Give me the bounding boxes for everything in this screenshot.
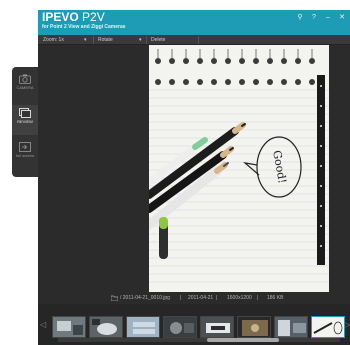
help-button[interactable]: ? <box>310 14 318 22</box>
chevron-down-icon[interactable]: ▾ <box>139 36 142 44</box>
dock-item-label: CAMERA <box>16 85 34 90</box>
review-icon <box>19 108 31 118</box>
toolbar-divider <box>198 36 199 44</box>
fullscreen-icon <box>19 142 31 152</box>
thumbnail-selected[interactable] <box>311 316 345 338</box>
info-divider: | <box>216 295 218 301</box>
dock-item-label: full screen <box>15 153 35 158</box>
dock-item-camera[interactable]: CAMERA <box>12 71 38 101</box>
delete-button[interactable]: Delete <box>151 36 165 44</box>
image-viewer[interactable]: Good! <box>149 45 329 292</box>
app-title: IPEVO P2V <box>42 11 105 24</box>
filmstrip-right-arrow-icon[interactable]: ▷ <box>344 320 350 329</box>
date-label: 2011-04-21 <box>188 295 214 301</box>
filesize-label: 186 KB <box>267 295 284 301</box>
minimize-button[interactable]: – <box>324 14 332 22</box>
chevron-down-icon[interactable]: ▾ <box>84 36 87 44</box>
dock-item-fullscreen[interactable]: full screen <box>12 139 38 169</box>
thumbnail[interactable] <box>237 316 271 338</box>
brand-product: P2V <box>82 10 105 24</box>
dock-item-label: REVIEW <box>17 119 33 124</box>
rotate-dropdown-label[interactable]: Rotate <box>98 36 113 44</box>
thumbnail[interactable] <box>274 316 308 338</box>
thumbnail[interactable] <box>52 316 86 338</box>
zoom-dropdown-label[interactable]: Zoom: 1x <box>43 36 64 44</box>
thumbnail[interactable] <box>163 316 197 338</box>
settings-icon[interactable]: ⚲ <box>296 14 304 22</box>
close-button[interactable]: ✕ <box>338 14 346 22</box>
brand-bold: IPEVO <box>42 10 79 24</box>
image-info-bar: / 2011-04-21_0010.jpg | 2011-04-21 | 160… <box>38 292 350 304</box>
title-bar: IPEVO P2V for Point 2 View and Ziggi Cam… <box>38 10 350 35</box>
toolbar-divider <box>93 36 94 44</box>
toolbar-divider <box>146 36 147 44</box>
filmstrip-scrollbar[interactable] <box>58 338 340 342</box>
scrollbar-thumb[interactable] <box>207 338 279 342</box>
resolution-label: 1600x1200 <box>227 295 252 301</box>
info-divider: | <box>180 295 182 301</box>
thumbnail[interactable] <box>126 316 160 338</box>
dock-item-review[interactable]: REVIEW <box>12 105 38 135</box>
thumbnail[interactable] <box>200 316 234 338</box>
info-divider: | <box>257 295 259 301</box>
camera-icon <box>19 74 31 84</box>
thumbnail[interactable] <box>89 316 123 338</box>
filmstrip-left-arrow-icon[interactable]: ◁ <box>40 320 46 329</box>
notebook-photo: Good! <box>149 45 329 292</box>
filename-label: / 2011-04-21_0010.jpg <box>120 295 170 301</box>
toolbar: Zoom: 1x ▾ Rotate ▾ Delete <box>38 35 350 45</box>
mode-dock: CAMERA REVIEW full screen <box>12 67 38 177</box>
app-subtitle: for Point 2 View and Ziggi Cameras <box>42 24 126 30</box>
folder-icon[interactable] <box>111 295 118 301</box>
app-window: IPEVO P2V for Point 2 View and Ziggi Cam… <box>38 10 350 345</box>
